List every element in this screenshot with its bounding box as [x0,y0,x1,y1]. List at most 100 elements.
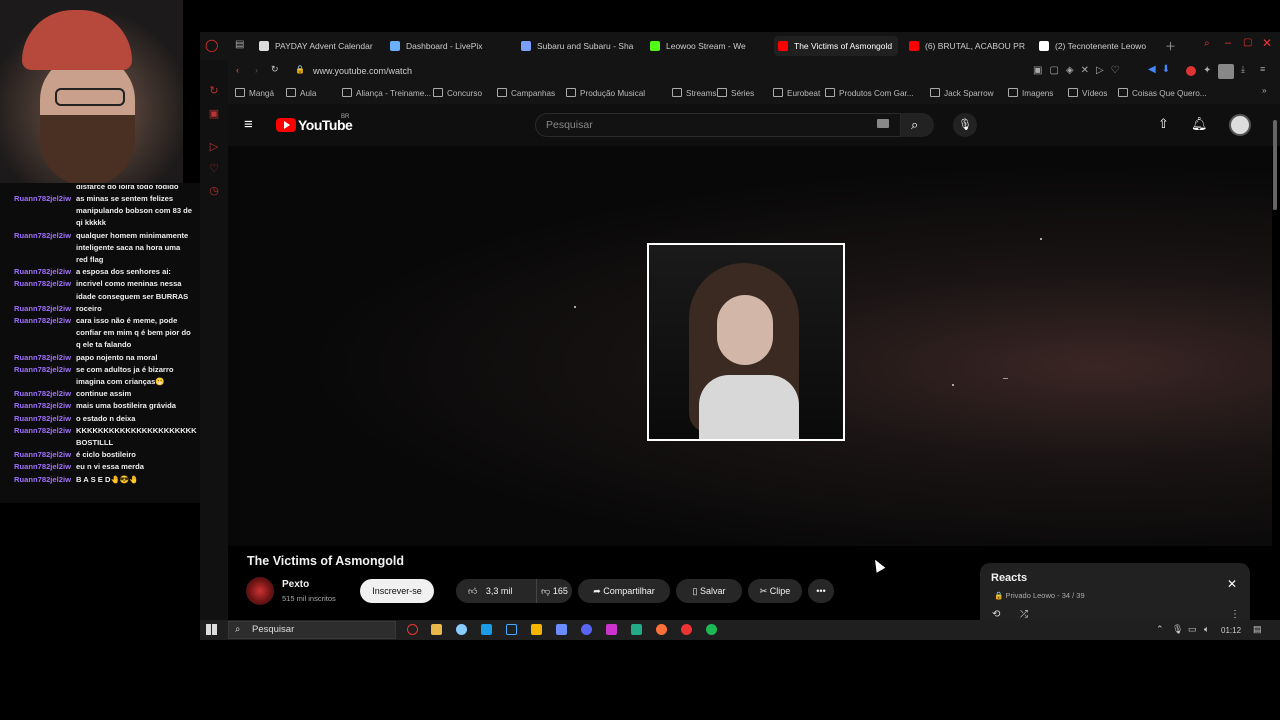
media-taskbar-icon[interactable] [456,624,467,635]
bookmark-item[interactable]: Imagens [1008,88,1053,98]
record-icon[interactable] [1186,66,1196,76]
chat-username[interactable]: Ruann782jel2iw [14,266,76,278]
taskbar-search[interactable]: ⌕ Pesquisar [228,621,396,639]
volume-tray-icon[interactable]: 🔈︎ [1204,624,1209,635]
chat-username[interactable]: Ruann782jel2iw [14,474,76,486]
hamburger-menu-icon[interactable]: ≡ [244,116,253,133]
menu-icon[interactable]: ≡ [1260,64,1265,74]
bookmark-item[interactable]: Aliança - Treiname... [342,88,431,98]
spotify-taskbar-icon[interactable] [706,624,717,635]
app-taskbar-icon[interactable] [531,624,542,635]
explorer-taskbar-icon[interactable] [431,624,442,635]
bookmark-item[interactable]: Eurobeat [773,88,820,98]
download-icon[interactable]: ⤓ [1241,64,1245,75]
keyboard-icon[interactable] [877,119,889,128]
playlist-title[interactable]: Reacts [991,572,1027,584]
maximize-icon[interactable]: ▢ [1243,37,1252,48]
firefox-taskbar-icon[interactable] [656,624,667,635]
chat-username[interactable]: Ruann782jel2iw [14,315,76,352]
wallet-icon[interactable]: ▣ [207,107,221,121]
extension-icons[interactable]: ▣▢◈✕▷♡ [1033,65,1127,76]
chat-username[interactable]: Ruann782jel2iw [14,278,76,302]
opera-taskbar-icon[interactable] [407,624,418,635]
media-player-taskbar-icon[interactable] [681,624,692,635]
chat-username[interactable]: Ruann782jel2iw [14,400,76,412]
tray-expand-icon[interactable]: ⌃ [1156,624,1164,635]
bookmark-item[interactable]: Séries [717,88,754,98]
heart-icon[interactable]: ♡ [207,162,221,176]
loop-icon[interactable]: ⟲ [992,609,1000,620]
editor-taskbar-icon[interactable] [606,624,617,635]
mic-tray-icon[interactable]: 🎙︎ [1172,624,1183,635]
new-tab-icon[interactable]: ＋ [1165,38,1176,54]
chat-username[interactable]: Ruann782jel2iw [14,388,76,400]
browser-tab[interactable]: (2) Tecnotenente Leowo [1035,36,1160,56]
network-tray-icon[interactable]: ▭ [1188,624,1197,635]
bookmark-item[interactable]: Aula [286,88,316,98]
bookmark-item[interactable]: Campanhas [497,88,555,98]
chat-username[interactable]: Ruann782jel2iw [14,364,76,388]
chat-username[interactable]: Ruann782jel2iw [14,449,76,461]
browser-tab[interactable]: The Victims of Asmongold [774,36,898,56]
profile-icon[interactable] [1218,64,1234,79]
bluetooth-taskbar-icon[interactable] [556,624,567,635]
voice-search-icon[interactable]: 🎙︎ [953,113,977,137]
bookmark-item[interactable]: Vídeos [1068,88,1108,98]
player-icons[interactable]: ◀⬇ [1148,64,1176,75]
clip-button[interactable]: ✂ Clipe [748,579,802,603]
chat-username[interactable]: Ruann782jel2iw [14,425,76,449]
dislike-button[interactable]: 👎︎ 165 [536,579,572,603]
url-text[interactable]: www.youtube.com/watch [313,66,412,76]
play-icon[interactable]: ▷ [207,140,221,154]
page-scrollbar[interactable] [1273,120,1277,210]
search-button[interactable]: ⌕ [901,113,934,137]
bookmark-item[interactable]: Jack Sparrow [930,88,994,98]
channel-avatar[interactable] [246,577,274,605]
bookmark-item[interactable]: Produtos Com Gar... [825,88,914,98]
bookmark-item[interactable]: Mangá [235,88,274,98]
bookmark-item[interactable]: Concurso [433,88,482,98]
bookmark-item[interactable]: Streams [672,88,716,98]
search-tabs-icon[interactable]: ⌕ [1204,38,1210,49]
discord-taskbar-icon[interactable] [581,624,592,635]
close-window-icon[interactable]: ✕ [1262,36,1272,50]
back-icon[interactable]: ‹ [236,65,239,75]
chat-username[interactable]: Ruann782jel2iw [14,461,76,473]
forward-icon[interactable]: › [255,65,258,75]
subscribe-button[interactable]: Inscrever-se [360,579,434,603]
notification-icon[interactable]: ▤ [1253,624,1262,635]
like-button[interactable]: 👍︎ 3,3 mil [456,579,536,603]
bookmark-item[interactable]: Coisas Que Quero... [1118,88,1207,98]
browser-tab[interactable]: Leowoo Stream - We [646,36,771,56]
youtube-logo-icon[interactable] [276,118,296,132]
browser-tab[interactable]: Dashboard - LivePix [386,36,506,56]
channel-name[interactable]: Pexto [282,579,309,590]
reload-icon[interactable]: ↻ [271,64,279,75]
close-playlist-icon[interactable]: ✕ [1227,577,1237,591]
steam-taskbar-icon[interactable] [481,624,492,635]
tab-grid-icon[interactable]: ▤ [235,39,244,50]
playlist-menu-icon[interactable]: ⋮ [1230,609,1240,620]
notifications-icon[interactable]: 🔔︎ [1191,116,1208,132]
start-icon[interactable] [206,624,217,635]
search-input[interactable]: Pesquisar [535,113,901,137]
save-button[interactable]: ▯ Salvar [676,579,742,603]
chat-username[interactable]: Ruann782jel2iw [14,193,76,230]
browser-tab[interactable]: Subaru and Subaru - Sha [517,36,637,56]
chat-username[interactable]: Ruann782jel2iw [14,303,76,315]
extensions-icon[interactable]: ✦ [1203,65,1211,76]
more-bookmarks-icon[interactable]: » [1262,86,1267,95]
share-button[interactable]: ➦ Compartilhar [578,579,670,603]
bookmark-item[interactable]: Produção Musical [566,88,645,98]
upload-icon[interactable]: ⇧ [1158,116,1169,132]
history-icon[interactable]: ↻ [207,84,221,98]
chat-username[interactable]: Ruann782jel2iw [14,413,76,425]
chat-username[interactable]: Ruann782jel2iw [14,352,76,364]
clock[interactable]: 01:12 [1221,626,1241,635]
shuffle-icon[interactable]: ⤮ [1020,609,1028,620]
obs-taskbar-icon[interactable] [631,624,642,635]
browser-tab[interactable]: PAYDAY Advent Calendar [255,36,380,56]
opera-logo-icon[interactable]: ◯ [205,38,218,52]
vscode-taskbar-icon[interactable] [506,624,517,635]
account-avatar[interactable] [1229,114,1251,136]
